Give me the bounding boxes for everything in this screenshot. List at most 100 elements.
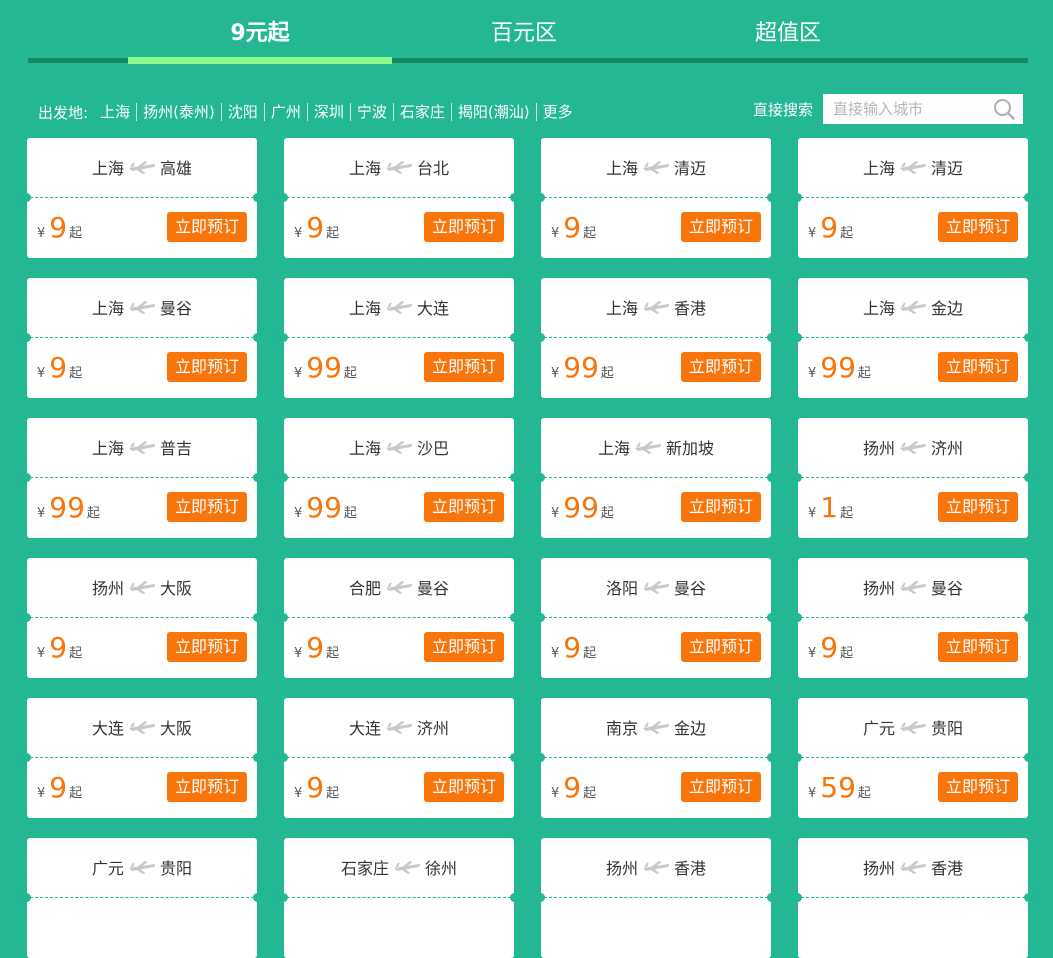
ticket-notch-left <box>536 753 545 762</box>
city-shenyang[interactable]: 沈阳 <box>222 103 265 121</box>
ticket-divider <box>30 757 254 758</box>
route-card[interactable]: 合肥 曼谷 ¥9 起 立即预订 <box>279 558 519 678</box>
route-card[interactable]: 扬州 大阪 ¥9 起 立即预订 <box>22 558 262 678</box>
route-card[interactable]: 上海 普吉 ¥99 起 立即预订 <box>22 418 262 538</box>
book-now-button[interactable]: 立即预订 <box>681 632 761 662</box>
book-now-button[interactable]: 立即预订 <box>938 492 1018 522</box>
tab-value-zone[interactable]: 超值区 <box>656 18 920 50</box>
city-jieyang[interactable]: 揭阳(潮汕) <box>452 103 537 121</box>
book-now-button[interactable]: 立即预订 <box>681 772 761 802</box>
route-card[interactable]: 上海 香港 ¥99 起 立即预订 <box>536 278 776 398</box>
price-value: 99 <box>563 351 599 384</box>
ticket-notch-left <box>536 893 545 902</box>
ticket-notch-right <box>253 893 262 902</box>
book-now-button[interactable]: 立即预订 <box>424 212 504 242</box>
city-shenzhen[interactable]: 深圳 <box>308 103 351 121</box>
destination-city: 曼谷 <box>417 579 450 598</box>
ticket-notch-right <box>767 893 776 902</box>
search-icon[interactable] <box>993 98 1015 120</box>
currency-symbol: ¥ <box>551 786 560 801</box>
book-now-button[interactable]: 立即预订 <box>424 632 504 662</box>
route-card[interactable]: 石家庄 徐州 <box>279 838 519 958</box>
book-now-button[interactable]: 立即预订 <box>424 492 504 522</box>
destination-city: 清迈 <box>674 159 707 178</box>
book-now-button[interactable]: 立即预订 <box>938 772 1018 802</box>
tab-hundred-yuan[interactable]: 百元区 <box>392 18 656 50</box>
price-suffix: 起 <box>326 646 340 661</box>
book-now-button[interactable]: 立即预订 <box>167 772 247 802</box>
ticket-notch-left <box>793 473 802 482</box>
city-ningbo[interactable]: 宁波 <box>351 103 394 121</box>
price-suffix: 起 <box>600 366 614 381</box>
route-card[interactable]: 上海 高雄 ¥9 起 立即预订 <box>22 138 262 258</box>
price-suffix: 起 <box>583 786 597 801</box>
route-card[interactable]: 上海 大连 ¥99 起 立即预订 <box>279 278 519 398</box>
book-now-button[interactable]: 立即预订 <box>681 492 761 522</box>
book-now-button[interactable]: 立即预订 <box>938 352 1018 382</box>
route-label: 广元 贵阳 <box>27 858 257 880</box>
ticket-divider <box>801 897 1025 898</box>
plane-icon <box>899 160 927 176</box>
route-card[interactable]: 上海 台北 ¥9 起 立即预订 <box>279 138 519 258</box>
route-card[interactable]: 扬州 济州 ¥1 起 立即预订 <box>793 418 1033 538</box>
route-card[interactable]: 大连 济州 ¥9 起 立即预订 <box>279 698 519 818</box>
price-suffix: 起 <box>857 786 871 801</box>
book-now-button[interactable]: 立即预订 <box>938 632 1018 662</box>
origin-city: 扬州 <box>862 859 895 878</box>
route-card[interactable]: 扬州 曼谷 ¥9 起 立即预订 <box>793 558 1033 678</box>
route-card[interactable]: 上海 金边 ¥99 起 立即预订 <box>793 278 1033 398</box>
route-card[interactable]: 扬州 香港 <box>793 838 1033 958</box>
plane-icon <box>128 860 156 876</box>
plane-icon <box>128 580 156 596</box>
city-shijiazhuang[interactable]: 石家庄 <box>394 103 452 121</box>
currency-symbol: ¥ <box>551 226 560 241</box>
route-card[interactable]: 上海 清迈 ¥9 起 立即预订 <box>793 138 1033 258</box>
price-value: 9 <box>306 211 325 244</box>
ticket-notch-right <box>510 473 519 482</box>
ticket-notch-right <box>767 613 776 622</box>
price: ¥1 起 <box>808 490 853 526</box>
route-card[interactable]: 上海 沙巴 ¥99 起 立即预订 <box>279 418 519 538</box>
book-now-button[interactable]: 立即预订 <box>681 352 761 382</box>
route-label: 南京 金边 <box>541 718 771 740</box>
origin-city: 广元 <box>91 859 124 878</box>
destination-city: 高雄 <box>160 159 193 178</box>
price: ¥9 起 <box>551 630 596 666</box>
route-card[interactable]: 上海 新加坡 ¥99 起 立即预订 <box>536 418 776 538</box>
plane-icon <box>128 160 156 176</box>
city-more-link[interactable]: 更多 <box>537 103 579 121</box>
ticket-notch-right <box>1024 473 1033 482</box>
destination-city: 金边 <box>931 299 964 318</box>
route-card[interactable]: 南京 金边 ¥9 起 立即预订 <box>536 698 776 818</box>
book-now-button[interactable]: 立即预订 <box>167 492 247 522</box>
price: ¥99 起 <box>294 350 357 386</box>
book-now-button[interactable]: 立即预订 <box>167 212 247 242</box>
book-now-button[interactable]: 立即预订 <box>681 212 761 242</box>
route-card[interactable]: 上海 清迈 ¥9 起 立即预订 <box>536 138 776 258</box>
book-now-button[interactable]: 立即预订 <box>424 352 504 382</box>
ticket-notch-left <box>22 193 31 202</box>
route-card[interactable]: 广元 贵阳 <box>22 838 262 958</box>
plane-icon <box>385 580 413 596</box>
city-shanghai[interactable]: 上海 <box>94 103 138 121</box>
book-now-button[interactable]: 立即预订 <box>167 632 247 662</box>
price: ¥9 起 <box>551 770 596 806</box>
route-card[interactable]: 洛阳 曼谷 ¥9 起 立即预订 <box>536 558 776 678</box>
route-card[interactable]: 广元 贵阳 ¥59 起 立即预订 <box>793 698 1033 818</box>
book-now-button[interactable]: 立即预订 <box>938 212 1018 242</box>
origin-city: 合肥 <box>348 579 381 598</box>
currency-symbol: ¥ <box>294 786 303 801</box>
route-card[interactable]: 大连 大阪 ¥9 起 立即预订 <box>22 698 262 818</box>
route-card[interactable]: 扬州 香港 <box>536 838 776 958</box>
city-guangzhou[interactable]: 广州 <box>265 103 308 121</box>
book-now-button[interactable]: 立即预订 <box>424 772 504 802</box>
city-yangzhou[interactable]: 扬州(泰州) <box>137 103 222 121</box>
origin-city: 扬州 <box>605 859 638 878</box>
origin-city: 上海 <box>348 299 381 318</box>
route-card[interactable]: 上海 曼谷 ¥9 起 立即预订 <box>22 278 262 398</box>
price-value: 9 <box>49 351 68 384</box>
tab-9-yuan[interactable]: 9元起 <box>128 18 392 50</box>
book-now-button[interactable]: 立即预订 <box>167 352 247 382</box>
ticket-divider <box>287 617 511 618</box>
search-label: 直接搜索 <box>753 100 814 119</box>
